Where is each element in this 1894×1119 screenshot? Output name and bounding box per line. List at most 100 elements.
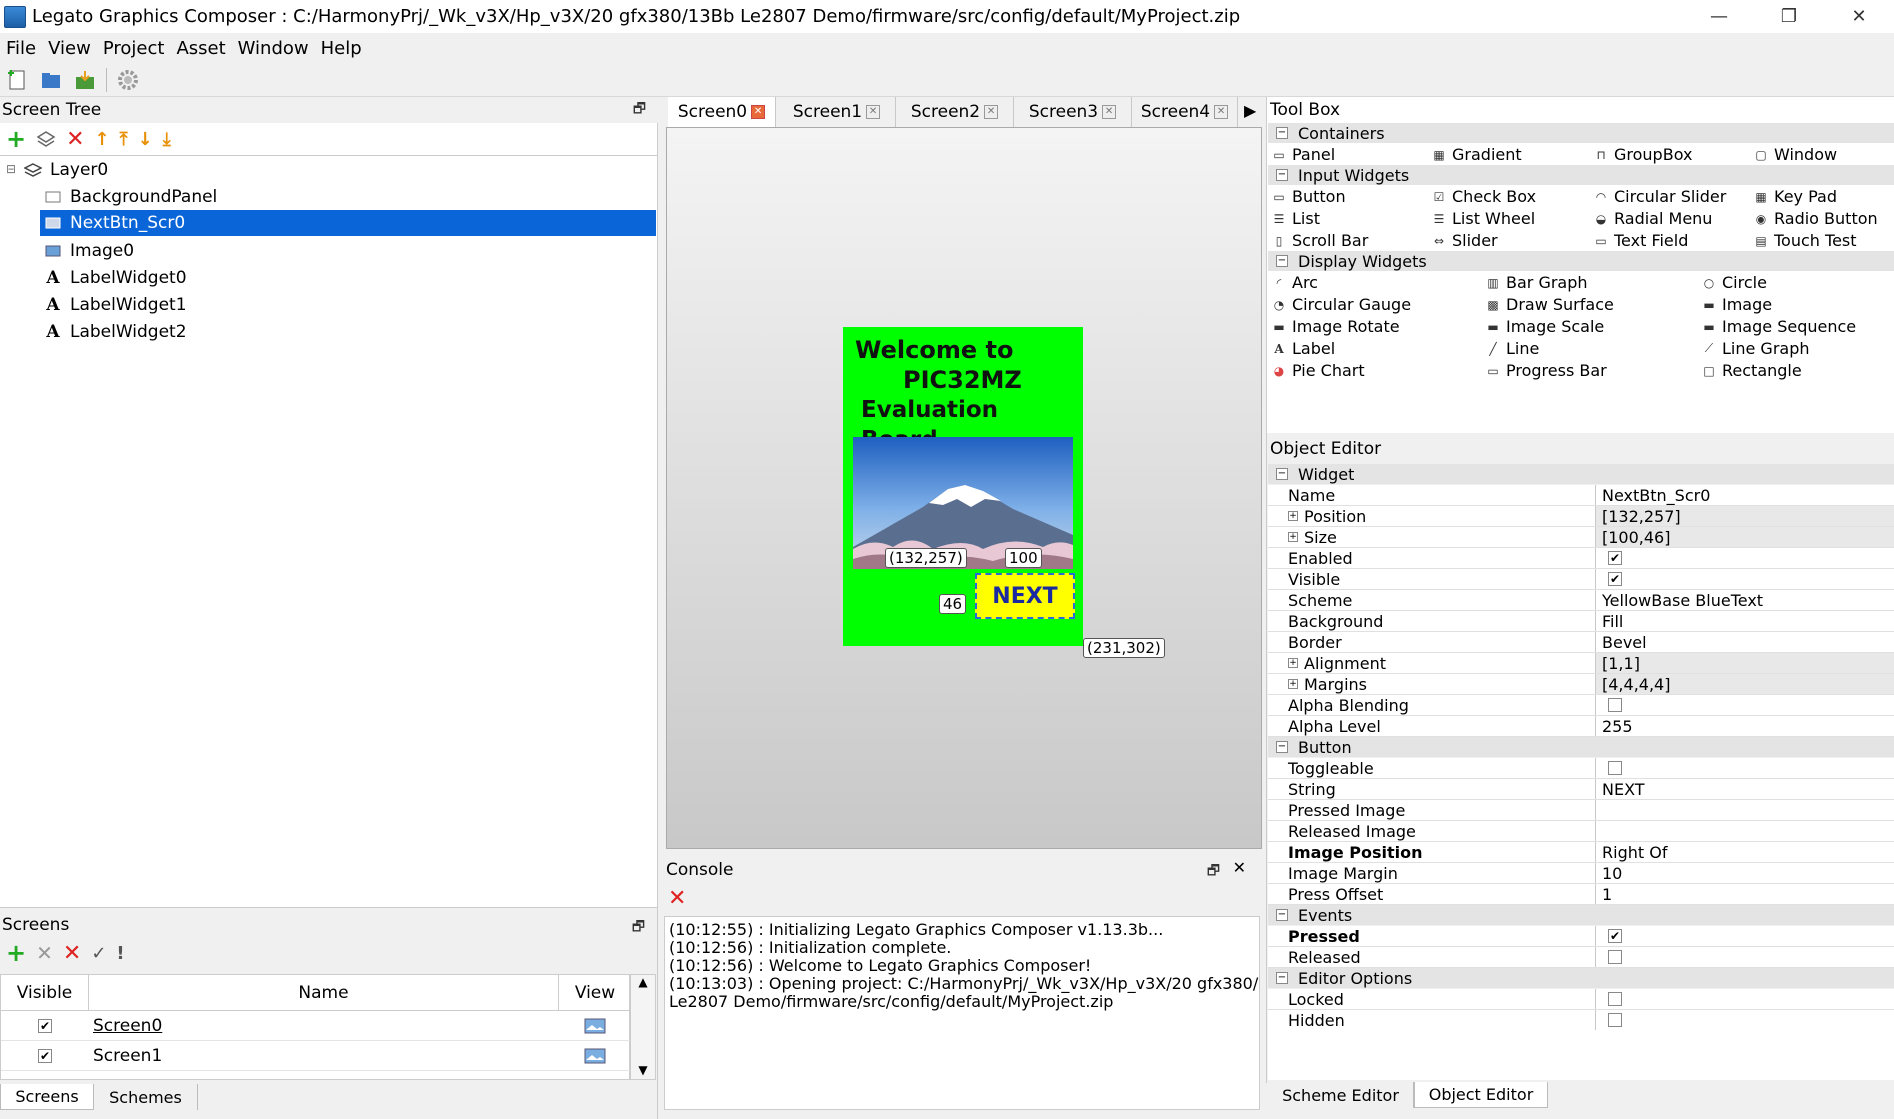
tab-close-icon[interactable]: ✕ [1214, 105, 1229, 119]
tool-button[interactable]: ▭ Button [1272, 187, 1345, 206]
settings-button[interactable] [115, 67, 141, 93]
screens-scrollbar[interactable]: ▲ ▼ [630, 974, 656, 1080]
tool-touch-test[interactable]: ▤ Touch Test [1754, 231, 1856, 250]
property-row-released-image[interactable]: Released Image [1268, 821, 1894, 842]
hidden-checkbox[interactable] [1608, 1013, 1622, 1027]
string-value[interactable]: NEXT [1602, 780, 1645, 799]
tool-circle[interactable]: ○ Circle [1702, 273, 1767, 292]
tool-image[interactable]: ▬ Image [1702, 295, 1772, 314]
property-row-locked[interactable]: Locked [1268, 989, 1894, 1010]
save-project-button[interactable] [72, 67, 98, 93]
checkmark-icon[interactable]: ✓ [91, 943, 106, 964]
tool-radial-menu[interactable]: ◒ Radial Menu [1594, 209, 1713, 228]
collapse-icon[interactable]: − [1276, 741, 1288, 753]
property-row-alignment[interactable]: + Alignment [1,1] [1268, 653, 1894, 674]
restore-button[interactable]: ❐ [1754, 0, 1824, 33]
tree-node-labelwidget0[interactable]: A LabelWidget0 [44, 265, 186, 291]
property-value[interactable]: [4,4,4,4] [1596, 674, 1894, 694]
next-button-widget[interactable]: NEXT [975, 573, 1075, 619]
scroll-up-icon[interactable]: ▲ [631, 975, 655, 995]
visible-checkbox[interactable]: ✔ [1608, 572, 1622, 586]
delete-screen-icon[interactable]: ✕ [63, 941, 81, 966]
property-row-toggleable[interactable]: Toggleable [1268, 758, 1894, 779]
tab-scroll-right-icon[interactable]: ▶ [1244, 101, 1256, 120]
image-position-value[interactable]: Right Of [1602, 843, 1667, 862]
property-row-name[interactable]: Name NextBtn_Scr0 [1268, 485, 1894, 506]
tree-node-image0[interactable]: Image0 [44, 238, 134, 264]
size-value[interactable]: [100,46] [1602, 528, 1670, 547]
property-group-widget[interactable]: − Widget [1268, 464, 1894, 484]
image-margin-value[interactable]: 10 [1602, 864, 1622, 883]
property-value[interactable] [1596, 821, 1894, 841]
tool-rectangle[interactable]: □ Rectangle [1702, 361, 1801, 380]
tab-screens[interactable]: Screens [0, 1084, 94, 1110]
tool-line[interactable]: ╱ Line [1486, 339, 1539, 358]
property-value[interactable]: NextBtn_Scr0 [1596, 485, 1894, 505]
float-button[interactable]: 🗗 [633, 98, 646, 122]
property-row-background[interactable]: Background Fill [1268, 611, 1894, 632]
tool-line-graph[interactable]: ⟋ Line Graph [1702, 339, 1810, 358]
column-view[interactable]: View [559, 975, 631, 1010]
locked-checkbox[interactable] [1608, 992, 1622, 1006]
property-row-image-position[interactable]: Image Position Right Of [1268, 842, 1894, 863]
menu-window[interactable]: Window [238, 38, 309, 59]
property-row-hidden[interactable]: Hidden [1268, 1010, 1894, 1031]
delete-icon[interactable]: ✕ [66, 127, 84, 152]
tool-bar-graph[interactable]: ▥ Bar Graph [1486, 273, 1587, 292]
tab-screen4[interactable]: Screen4 ✕ [1132, 97, 1238, 127]
property-row-image-margin[interactable]: Image Margin 10 [1268, 863, 1894, 884]
tab-screen0[interactable]: Screen0 ✕ [668, 97, 776, 127]
scheme-value[interactable]: YellowBase BlueText [1602, 591, 1763, 610]
collapse-icon[interactable]: − [1276, 468, 1288, 480]
tool-panel[interactable]: ▭ Panel [1272, 145, 1335, 164]
move-up-icon[interactable]: ↑ [95, 129, 110, 150]
background-value[interactable]: Fill [1602, 612, 1623, 631]
pressed-checkbox[interactable]: ✔ [1608, 929, 1622, 943]
released-checkbox[interactable] [1608, 950, 1622, 964]
alpha-level-value[interactable]: 255 [1602, 717, 1633, 736]
property-value[interactable]: Right Of [1596, 842, 1894, 862]
tab-close-icon[interactable]: ✕ [1102, 105, 1117, 119]
clear-console-icon[interactable]: ✕ [668, 886, 686, 911]
table-row[interactable]: ✔ Screen1 [1, 1041, 631, 1071]
visible-checkbox[interactable]: ✔ [38, 1018, 52, 1033]
screen-view-icon[interactable] [584, 1048, 606, 1064]
menu-help[interactable]: Help [321, 38, 362, 59]
expand-icon[interactable]: + [1288, 679, 1298, 689]
property-row-pressed-image[interactable]: Pressed Image [1268, 800, 1894, 821]
tab-screen1[interactable]: Screen1 ✕ [778, 97, 896, 127]
property-value[interactable]: [132,257] [1596, 506, 1894, 526]
property-row-string[interactable]: String NEXT [1268, 779, 1894, 800]
tree-node-layer0[interactable]: Layer0 [24, 157, 108, 183]
tool-draw-surface[interactable]: ▩ Draw Surface [1486, 295, 1614, 314]
enabled-checkbox[interactable]: ✔ [1608, 551, 1622, 565]
exclamation-icon[interactable]: ! [116, 943, 124, 964]
close-button[interactable]: ✕ [1824, 0, 1894, 33]
tool-circular-gauge[interactable]: ◔ Circular Gauge [1272, 295, 1411, 314]
property-row-visible[interactable]: Visible ✔ [1268, 569, 1894, 590]
tree-node-labelwidget2[interactable]: A LabelWidget2 [44, 319, 186, 345]
add-screen-icon[interactable]: + [6, 939, 26, 967]
property-row-position[interactable]: + Position [132,257] [1268, 506, 1894, 527]
property-group-button[interactable]: − Button [1268, 737, 1894, 757]
property-value[interactable]: YellowBase BlueText [1596, 590, 1894, 610]
property-value[interactable]: 1 [1596, 884, 1894, 904]
category-display-widgets[interactable]: − Display Widgets [1268, 251, 1894, 271]
collapse-icon[interactable]: − [1276, 972, 1288, 984]
property-value[interactable]: 255 [1596, 716, 1894, 736]
table-row[interactable]: ✔ Screen0 [1, 1011, 631, 1041]
alignment-value[interactable]: [1,1] [1602, 654, 1640, 673]
tool-image-sequence[interactable]: ▬ Image Sequence [1702, 317, 1856, 336]
property-row-scheme[interactable]: Scheme YellowBase BlueText [1268, 590, 1894, 611]
property-value[interactable]: NEXT [1596, 779, 1894, 799]
new-project-button[interactable] [4, 67, 30, 93]
tab-scheme-editor[interactable]: Scheme Editor [1268, 1082, 1414, 1108]
menu-view[interactable]: View [48, 38, 91, 59]
property-group-editor-options[interactable]: − Editor Options [1268, 968, 1894, 988]
expand-icon[interactable]: + [1288, 658, 1298, 668]
property-row-alpha-blending[interactable]: Alpha Blending [1268, 695, 1894, 716]
property-row-margins[interactable]: + Margins [4,4,4,4] [1268, 674, 1894, 695]
welcome-label[interactable]: Welcome to [855, 335, 1075, 365]
menu-project[interactable]: Project [103, 38, 165, 59]
tab-object-editor[interactable]: Object Editor [1414, 1082, 1548, 1108]
